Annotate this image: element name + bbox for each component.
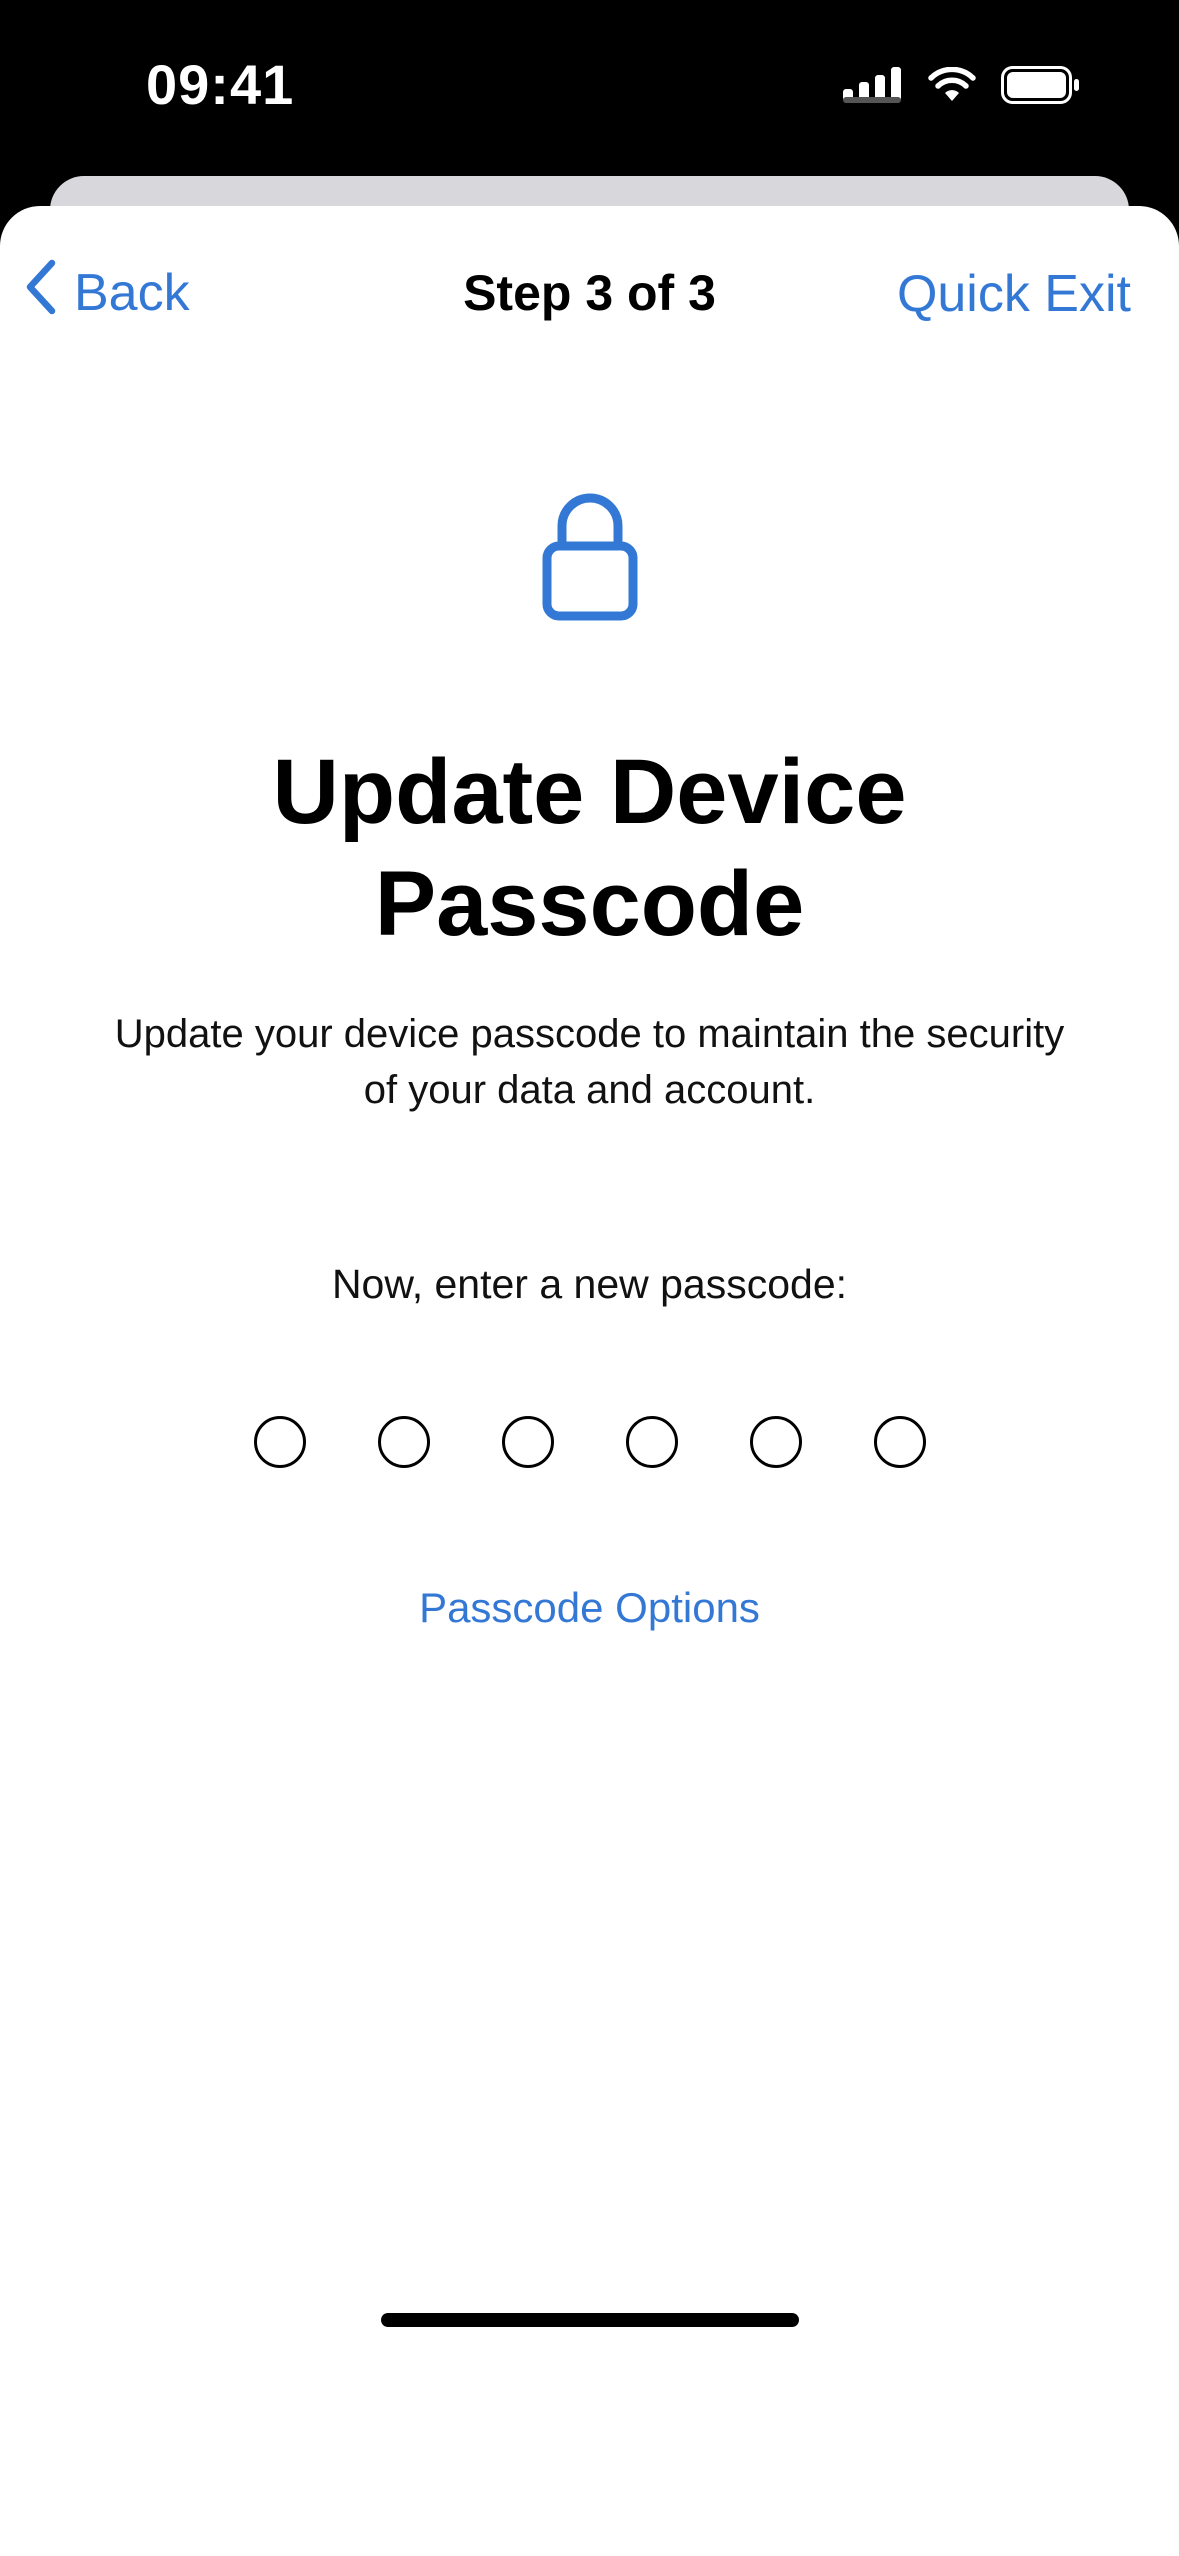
cellular-signal-icon bbox=[843, 66, 903, 108]
lock-icon-container bbox=[0, 486, 1179, 627]
battery-icon bbox=[1001, 65, 1081, 109]
page-subtitle: Update your device passcode to maintain … bbox=[114, 1012, 1065, 1112]
status-icons bbox=[843, 62, 1081, 112]
status-bar: 09:41 bbox=[0, 0, 1179, 180]
passcode-options-button[interactable]: Passcode Options bbox=[419, 1584, 760, 1631]
passcode-digit bbox=[253, 1416, 306, 1468]
wifi-icon bbox=[927, 66, 977, 108]
status-time: 09:41 bbox=[146, 53, 295, 116]
passcode-options-container: Passcode Options bbox=[0, 1584, 1179, 1632]
passcode-digit bbox=[749, 1416, 802, 1468]
home-indicator[interactable] bbox=[381, 2313, 799, 2327]
passcode-digit bbox=[625, 1416, 678, 1468]
passcode-digit bbox=[873, 1416, 926, 1468]
modal-sheet: Back Step 3 of 3 Quick Exit Update Devic… bbox=[0, 206, 1179, 2556]
passcode-field[interactable] bbox=[0, 1416, 1179, 1468]
lock-icon bbox=[542, 486, 638, 627]
quick-exit-button[interactable]: Quick Exit bbox=[897, 264, 1131, 324]
passcode-prompt: Now, enter a new passcode: bbox=[331, 1261, 848, 1307]
passcode-digit bbox=[501, 1416, 554, 1468]
passcode-digit bbox=[377, 1416, 430, 1468]
page-title: Update Device Passcode bbox=[272, 741, 907, 955]
navigation-bar: Back Step 3 of 3 Quick Exit bbox=[0, 206, 1179, 376]
